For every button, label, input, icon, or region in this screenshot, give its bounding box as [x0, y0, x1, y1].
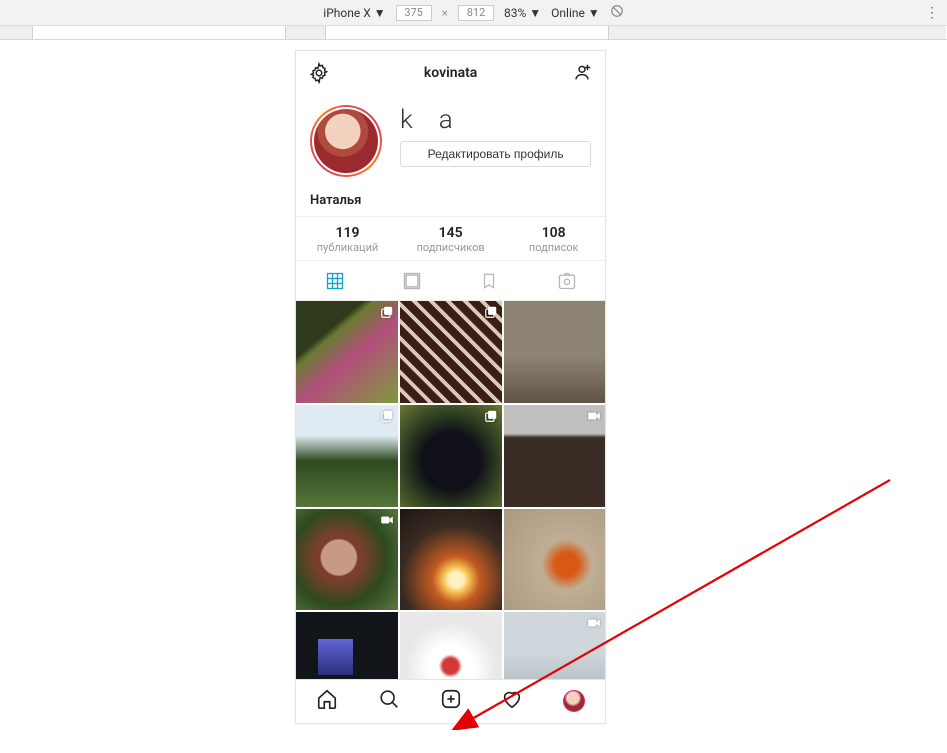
post-thumbnail[interactable]: [400, 301, 502, 403]
breakpoint-ruler: [0, 26, 947, 40]
video-icon: [587, 616, 601, 630]
bottom-nav: [296, 679, 605, 723]
profile-header: kovinata: [296, 51, 605, 95]
post-thumbnail[interactable]: [400, 405, 502, 507]
post-thumbnail[interactable]: [296, 612, 398, 679]
device-frame: kovinata ka Редактир: [295, 50, 606, 724]
post-thumbnail[interactable]: [296, 509, 398, 611]
avatar[interactable]: [310, 105, 382, 177]
header-username: kovinata: [424, 65, 477, 81]
zoom-select[interactable]: 83% ▼: [504, 6, 541, 20]
video-icon: [587, 409, 601, 423]
post-thumbnail[interactable]: [504, 612, 606, 679]
instagram-profile-screen: kovinata ka Редактир: [296, 51, 605, 723]
video-icon: [380, 513, 394, 527]
devtools-toolbar: iPhone X ▼ 375 × 812 83% ▼ Online ▼ ⋮: [0, 0, 947, 26]
post-thumbnail[interactable]: [504, 301, 606, 403]
device-width-input[interactable]: 375: [396, 5, 432, 21]
device-height-input[interactable]: 812: [458, 5, 494, 21]
view-tabs: [296, 261, 605, 301]
stat-following-count: 108: [502, 225, 605, 241]
throttle-select[interactable]: Online ▼: [551, 6, 600, 20]
multi-photo-icon: [484, 409, 498, 423]
multi-photo-icon: [380, 409, 394, 423]
tab-tagged[interactable]: [528, 261, 605, 300]
gear-icon[interactable]: [308, 62, 330, 84]
profile-info: ka Редактировать профиль Наталья: [296, 95, 605, 216]
stat-followers-count: 145: [399, 225, 502, 241]
nav-home-icon[interactable]: [316, 688, 338, 714]
nav-search-icon[interactable]: [378, 688, 400, 714]
multi-photo-icon: [380, 305, 394, 319]
discover-people-icon[interactable]: [571, 62, 593, 84]
stat-following[interactable]: 108 подписок: [502, 217, 605, 260]
nav-new-post-icon[interactable]: [440, 688, 462, 714]
dim-separator: ×: [442, 6, 448, 20]
post-thumbnail[interactable]: [296, 301, 398, 403]
stat-posts[interactable]: 119 публикаций: [296, 217, 399, 260]
post-thumbnail[interactable]: [400, 509, 502, 611]
post-thumbnail[interactable]: [400, 612, 502, 679]
post-thumbnail[interactable]: [504, 405, 606, 507]
stat-followers[interactable]: 145 подписчиков: [399, 217, 502, 260]
post-thumbnail[interactable]: [296, 405, 398, 507]
tab-feed[interactable]: [373, 261, 450, 300]
rotate-icon[interactable]: [610, 4, 624, 21]
device-select[interactable]: iPhone X ▼: [323, 6, 385, 20]
stat-followers-label: подписчиков: [399, 241, 502, 254]
nav-activity-icon[interactable]: [501, 688, 523, 714]
stats-bar: 119 публикаций 145 подписчиков 108 подпи…: [296, 216, 605, 261]
stat-posts-count: 119: [296, 225, 399, 241]
username-large: ka: [400, 105, 591, 135]
posts-grid: [296, 301, 605, 679]
tab-grid[interactable]: [296, 261, 373, 300]
tab-saved[interactable]: [451, 261, 528, 300]
stat-posts-label: публикаций: [296, 241, 399, 254]
multi-photo-icon: [484, 305, 498, 319]
kebab-menu-icon[interactable]: ⋮: [925, 5, 939, 21]
nav-profile-avatar[interactable]: [563, 690, 585, 712]
display-name: Наталья: [310, 193, 591, 208]
stat-following-label: подписок: [502, 241, 605, 254]
post-thumbnail[interactable]: [504, 509, 606, 611]
edit-profile-button[interactable]: Редактировать профиль: [400, 141, 591, 167]
